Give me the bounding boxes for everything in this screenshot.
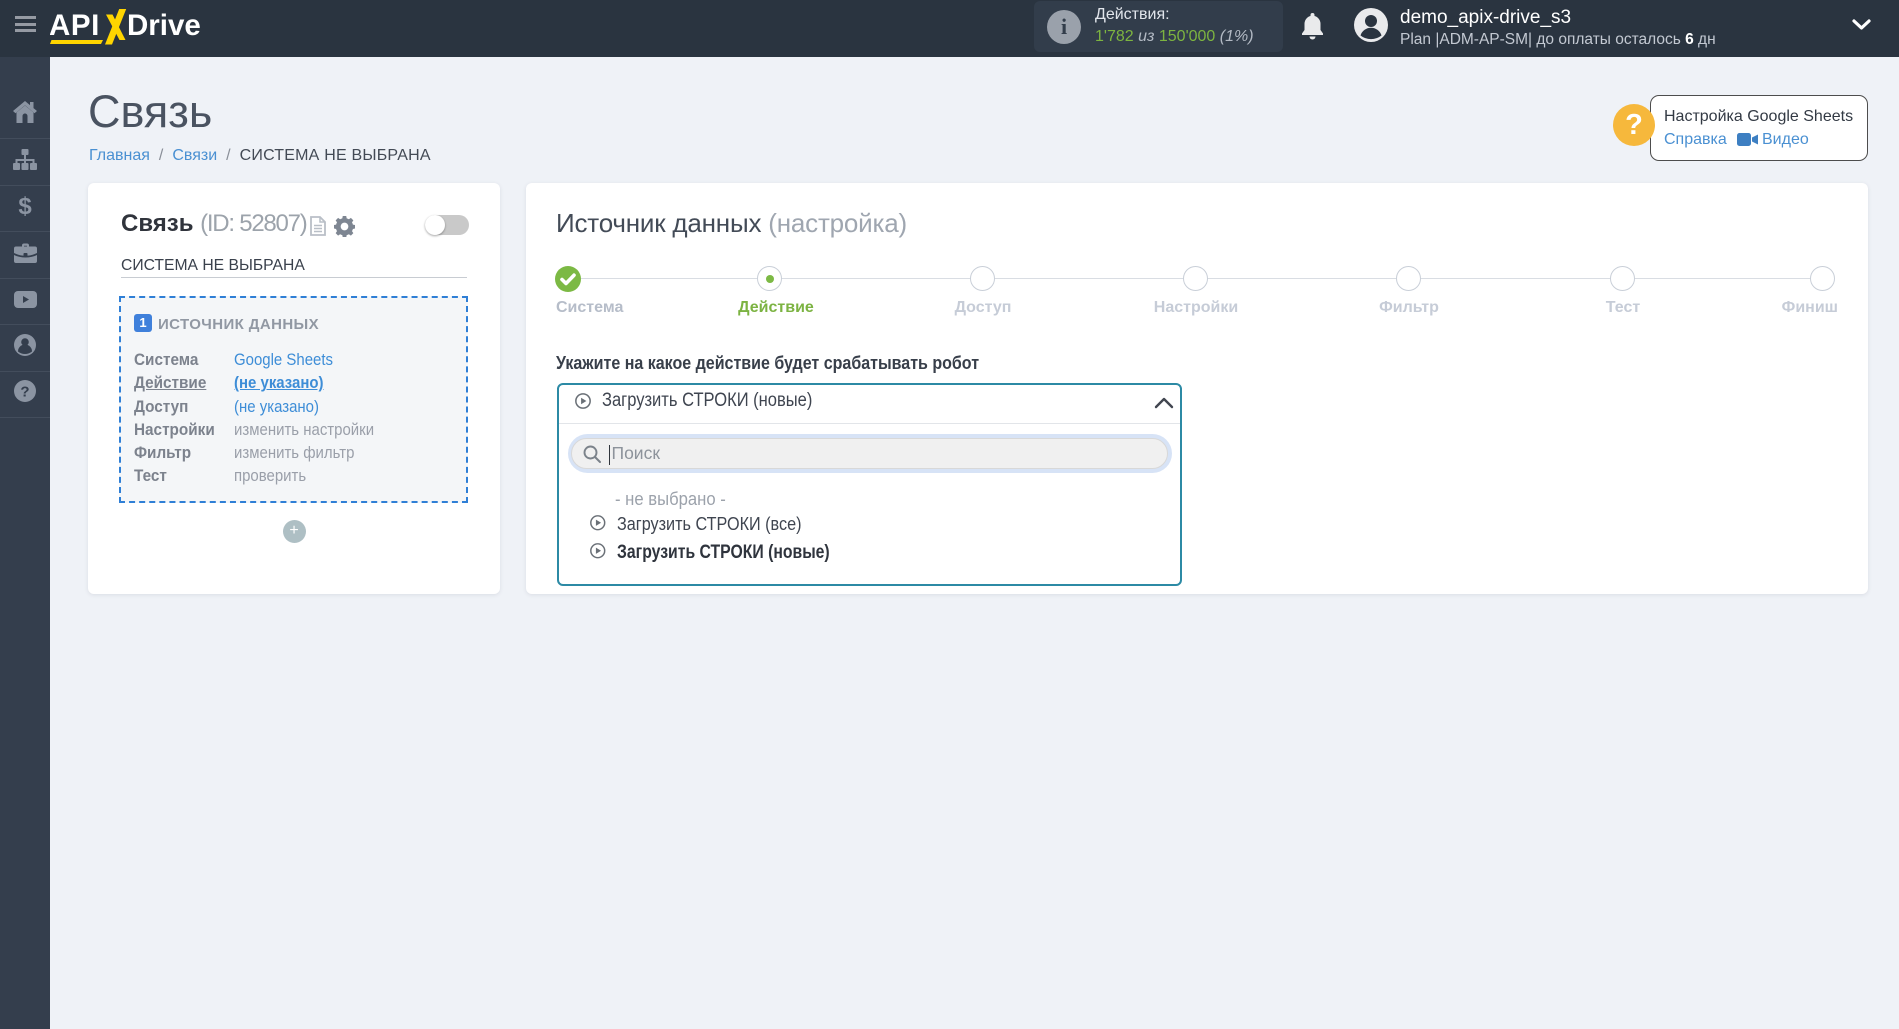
svg-text:Drive: Drive <box>127 9 201 42</box>
svg-text:?: ? <box>20 384 29 401</box>
svg-text:API: API <box>50 9 100 42</box>
